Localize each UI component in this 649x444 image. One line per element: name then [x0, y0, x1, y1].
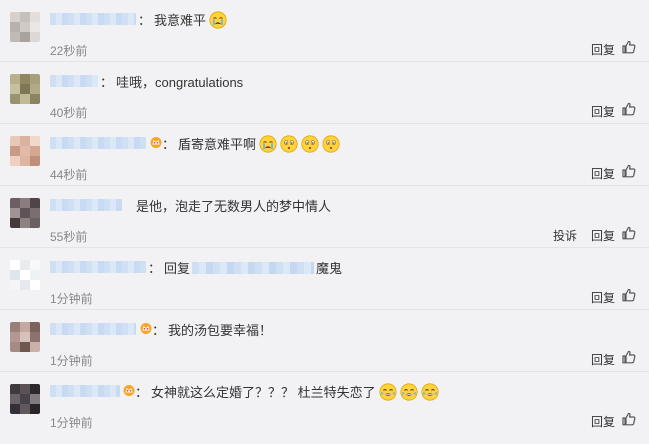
surprised-emoji-icon [322, 134, 340, 153]
username[interactable] [50, 13, 136, 25]
reply-button[interactable]: 回复 [591, 41, 615, 58]
comment-item: ： 回复 魔鬼 1分钟前 回复 [0, 248, 649, 310]
comment-item: ： 女神就这么定婚了？？？ 杜兰特失恋了 1分钟前 回复 [0, 372, 649, 434]
comment-text: 回复 魔鬼 [164, 261, 343, 276]
comment-time: 55秒前 [50, 230, 88, 244]
comment-item: ： 我意难平 22秒前 回复 [0, 0, 649, 62]
avatar[interactable] [10, 260, 40, 290]
thumbs-up-icon[interactable] [621, 39, 637, 55]
laughing-emoji-icon [400, 382, 418, 401]
thumbs-up-icon[interactable] [621, 225, 637, 241]
comment-text: 盾寄意难平啊 [178, 134, 340, 153]
comment-text: 我的汤包要幸福！ [168, 323, 273, 338]
crown-badge-icon [123, 385, 135, 396]
comment-text: 哇哦，congratulations [116, 75, 244, 90]
username[interactable] [50, 137, 146, 149]
avatar[interactable] [10, 384, 40, 414]
avatar[interactable] [10, 136, 40, 166]
comment-item: ： 哇哦，congratulations 40秒前 回复 [0, 62, 649, 124]
reply-button[interactable]: 回复 [591, 351, 615, 368]
avatar[interactable] [10, 74, 40, 104]
username[interactable] [50, 385, 120, 397]
comment-time: 44秒前 [50, 168, 88, 182]
laughing-emoji-icon [379, 382, 397, 401]
avatar[interactable] [10, 12, 40, 42]
comment-item: ： 我的汤包要幸福！ 1分钟前 回复 [0, 310, 649, 372]
comment-text: 我意难平 [154, 10, 227, 29]
thumbs-up-icon[interactable] [621, 163, 637, 179]
reply-button[interactable]: 回复 [591, 413, 615, 430]
comment-item: 是他，泡走了无数男人的梦中情人 55秒前 投诉 回复 [0, 186, 649, 248]
crying-emoji-icon [209, 10, 227, 29]
comment-item: ： 盾寄意难平啊 44秒前 回复 [0, 124, 649, 186]
laughing-emoji-icon [421, 382, 439, 401]
report-button[interactable]: 投诉 [553, 227, 577, 244]
username[interactable] [50, 199, 122, 211]
crown-badge-icon [150, 137, 162, 148]
thumbs-up-icon[interactable] [621, 411, 637, 427]
comment-time: 1分钟前 [50, 354, 93, 368]
mentioned-user[interactable] [192, 261, 315, 274]
thumbs-up-icon[interactable] [621, 287, 637, 303]
surprised-emoji-icon [301, 134, 319, 153]
username[interactable] [50, 261, 146, 273]
comment-time: 1分钟前 [50, 292, 93, 306]
thumbs-up-icon[interactable] [621, 349, 637, 365]
reply-button[interactable]: 回复 [591, 165, 615, 182]
thumbs-up-icon[interactable] [621, 101, 637, 117]
reply-button[interactable]: 回复 [591, 289, 615, 306]
crying-emoji-icon [259, 134, 277, 153]
surprised-emoji-icon [280, 134, 298, 153]
reply-button[interactable]: 回复 [591, 103, 615, 120]
comment-text: 女神就这么定婚了？？？ 杜兰特失恋了 [151, 382, 439, 401]
reply-button[interactable]: 回复 [591, 227, 615, 244]
comment-list: ： 我意难平 22秒前 回复 ： 哇哦，congratulations 40秒前… [0, 0, 649, 444]
crown-badge-icon [140, 323, 152, 334]
avatar[interactable] [10, 322, 40, 352]
comment-time: 1分钟前 [50, 416, 93, 430]
comment-time: 40秒前 [50, 106, 88, 120]
username[interactable] [50, 323, 136, 335]
avatar[interactable] [10, 198, 40, 228]
comment-time: 22秒前 [50, 44, 88, 58]
username[interactable] [50, 75, 98, 87]
comment-text: 是他，泡走了无数男人的梦中情人 [136, 199, 332, 214]
